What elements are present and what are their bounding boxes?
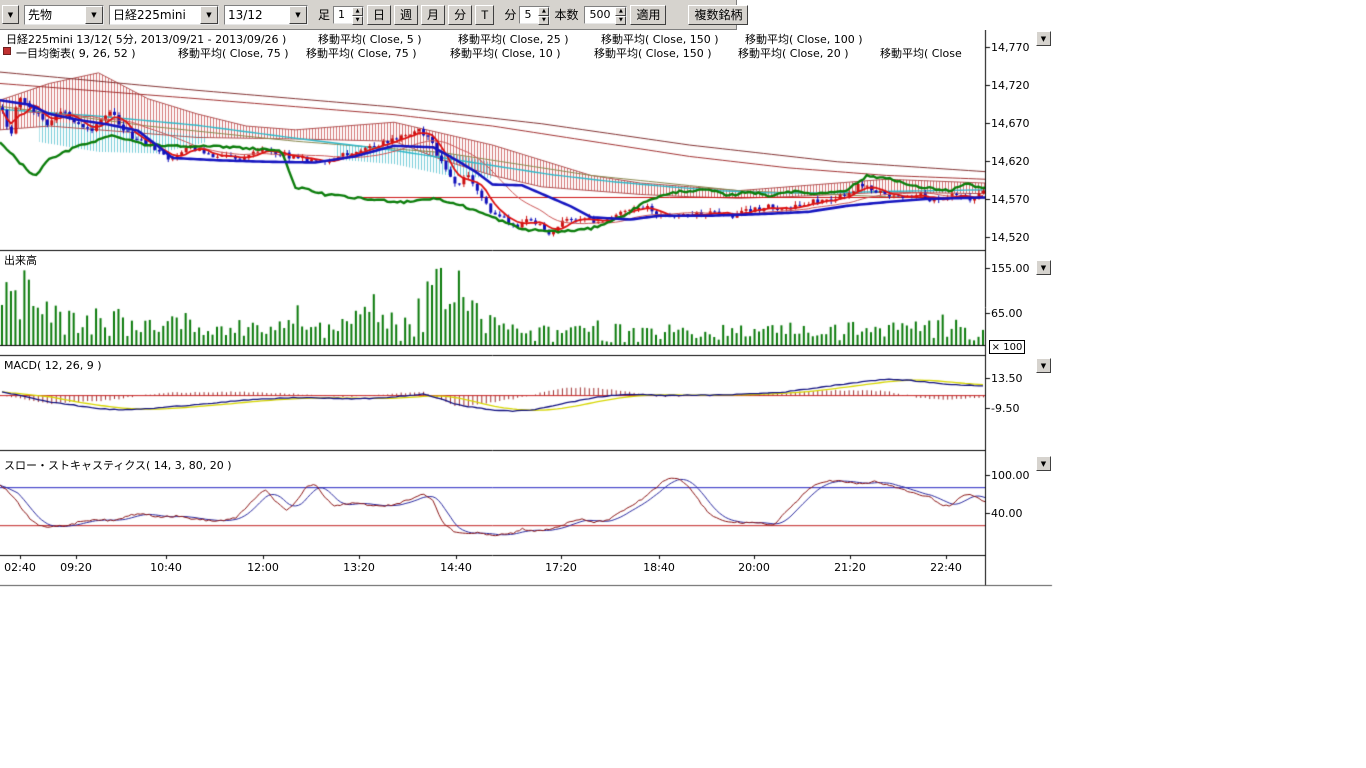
spin-down-icon: ▼ — [352, 16, 363, 25]
chevron-down-icon[interactable]: ▼ — [289, 6, 307, 24]
spin-down-icon: ▼ — [538, 16, 549, 25]
price-scale-dropdown[interactable]: ▼ — [1036, 31, 1051, 46]
price-axis-label: 14,770 — [991, 41, 1030, 54]
chevron-down-icon[interactable]: ▼ — [85, 6, 103, 24]
legend-ma-truncated: 移動平均( Close — [880, 45, 962, 61]
category-combobox[interactable]: 先物 ▼ — [24, 5, 104, 25]
volume-axis-label: 65.00 — [991, 307, 1023, 320]
time-axis-label: 09:20 — [60, 561, 92, 574]
volume-panel-title: 出来高 — [4, 252, 37, 268]
volume-multiplier-badge: × 100 — [989, 340, 1025, 354]
interval-week-button[interactable]: 週 — [394, 5, 418, 25]
ichimoku-marker-icon — [3, 47, 11, 55]
time-axis-label: 14:40 — [440, 561, 472, 574]
legend-ma20: 移動平均( Close, 20 ) — [738, 45, 849, 61]
chevron-down-icon: ▼ — [1041, 362, 1046, 370]
multi-symbol-button[interactable]: 複数銘柄 — [688, 5, 748, 25]
minute-value: 5 — [520, 7, 538, 23]
category-value: 先物 — [25, 6, 85, 24]
macd-scale-dropdown[interactable]: ▼ — [1036, 358, 1051, 373]
spinner-arrows[interactable]: ▲ ▼ — [538, 7, 549, 23]
price-axis-label: 14,720 — [991, 79, 1030, 92]
time-axis-label: 20:00 — [738, 561, 770, 574]
bar-interval-value: 1 — [334, 7, 352, 23]
contract-combobox[interactable]: 13/12 ▼ — [224, 5, 308, 25]
symbol-value: 日経225mini — [110, 6, 200, 24]
stoch-scale-dropdown[interactable]: ▼ — [1036, 456, 1051, 471]
minute-label: 分 — [504, 6, 516, 23]
chevron-down-icon: ▼ — [8, 11, 13, 19]
spin-down-icon: ▼ — [615, 16, 626, 25]
price-axis-label: 14,570 — [991, 193, 1030, 206]
chevron-down-icon: ▼ — [1041, 35, 1046, 43]
app-window: ▼ 先物 ▼ 日経225mini ▼ 13/12 ▼ 足 1 ▲ ▼ 日 週 月… — [0, 0, 1366, 768]
chevron-down-icon: ▼ — [1041, 460, 1046, 468]
bar-count-label: 本数 — [554, 6, 578, 23]
price-chart-canvas[interactable] — [0, 30, 1056, 590]
stoch-panel-title: スロー・ストキャスティクス( 14, 3, 80, 20 ) — [4, 457, 232, 473]
price-axis-label: 14,620 — [991, 155, 1030, 168]
legend-ichimoku: 一目均衡表( 9, 26, 52 ) — [16, 45, 136, 61]
minute-spinner[interactable]: 5 ▲ ▼ — [519, 6, 550, 24]
legend-ma10: 移動平均( Close, 10 ) — [450, 45, 561, 61]
macd-axis-label: 13.50 — [991, 372, 1023, 385]
volume-axis-label: 155.00 — [991, 262, 1030, 275]
stoch-axis-label: 40.00 — [991, 507, 1023, 520]
legend-ma75-a: 移動平均( Close, 75 ) — [178, 45, 289, 61]
bar-interval-spinner[interactable]: 1 ▲ ▼ — [333, 6, 364, 24]
interval-day-button[interactable]: 日 — [367, 5, 391, 25]
stoch-axis-label: 100.00 — [991, 469, 1030, 482]
interval-month-button[interactable]: 月 — [421, 5, 445, 25]
interval-tick-button[interactable]: T — [475, 5, 494, 25]
legend-ma75-b: 移動平均( Close, 75 ) — [306, 45, 417, 61]
time-axis-label: 17:20 — [545, 561, 577, 574]
macd-axis-label: -9.50 — [991, 402, 1019, 415]
toolbar: ▼ 先物 ▼ 日経225mini ▼ 13/12 ▼ 足 1 ▲ ▼ 日 週 月… — [0, 0, 737, 30]
symbol-combobox[interactable]: 日経225mini ▼ — [109, 5, 219, 25]
time-axis-label: 12:00 — [247, 561, 279, 574]
legend-ma150-b: 移動平均( Close, 150 ) — [594, 45, 712, 61]
spin-up-icon: ▲ — [538, 7, 549, 16]
time-axis-label: 02:40 — [4, 561, 36, 574]
time-axis-label: 13:20 — [343, 561, 375, 574]
macd-panel-title: MACD( 12, 26, 9 ) — [4, 359, 102, 372]
interval-minute-button[interactable]: 分 — [448, 5, 472, 25]
price-axis-label: 14,520 — [991, 231, 1030, 244]
time-axis-label: 18:40 — [643, 561, 675, 574]
contract-value: 13/12 — [225, 6, 289, 24]
toolbar-mini-dropdown[interactable]: ▼ — [2, 5, 19, 24]
chevron-down-icon[interactable]: ▼ — [200, 6, 218, 24]
spin-up-icon: ▲ — [352, 7, 363, 16]
volume-scale-dropdown[interactable]: ▼ — [1036, 260, 1051, 275]
time-axis-label: 22:40 — [930, 561, 962, 574]
price-axis-label: 14,670 — [991, 117, 1030, 130]
apply-button[interactable]: 適用 — [630, 5, 666, 25]
spinner-arrows[interactable]: ▲ ▼ — [615, 7, 626, 23]
bar-count-value: 500 — [585, 7, 615, 23]
chevron-down-icon: ▼ — [1041, 264, 1046, 272]
time-axis-label: 21:20 — [834, 561, 866, 574]
time-axis-label: 10:40 — [150, 561, 182, 574]
spin-up-icon: ▲ — [615, 7, 626, 16]
bar-label: 足 — [318, 6, 330, 23]
bar-count-spinner[interactable]: 500 ▲ ▼ — [584, 6, 627, 24]
spinner-arrows[interactable]: ▲ ▼ — [352, 7, 363, 23]
